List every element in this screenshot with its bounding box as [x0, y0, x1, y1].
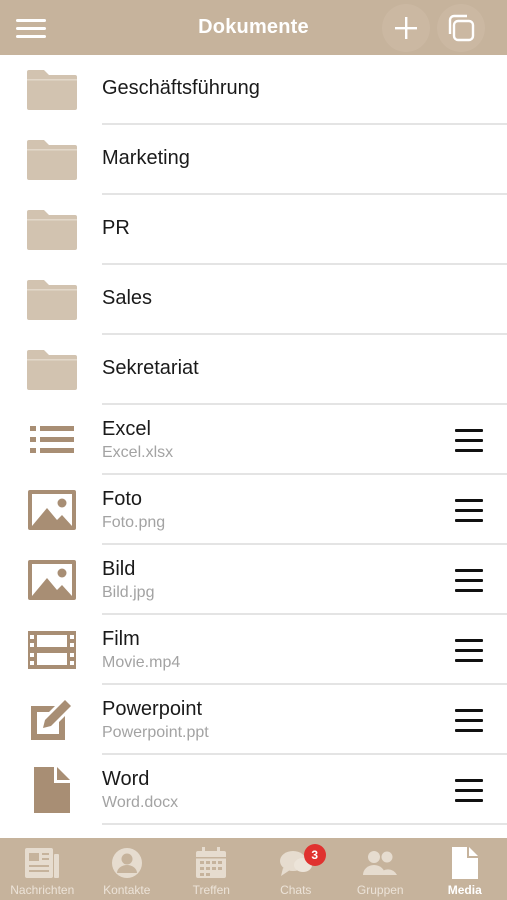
folder-name: Sekretariat — [102, 357, 199, 379]
file-filename: Foto.png — [102, 514, 166, 531]
tab-nachrichten[interactable]: Nachrichten — [0, 838, 85, 900]
file-name: Foto — [102, 488, 143, 510]
folder-row[interactable]: PR — [0, 195, 507, 265]
list-icon — [25, 405, 79, 475]
file-options-button[interactable] — [448, 707, 488, 735]
file-row[interactable]: Bild Bild.jpg — [0, 545, 507, 615]
tab-label: Nachrichten — [10, 883, 75, 897]
file-row[interactable]: Powerpoint Powerpoint.ppt — [0, 685, 507, 755]
document-icon — [447, 846, 483, 880]
unread-badge: 3 — [303, 844, 326, 866]
file-options-button[interactable] — [448, 567, 488, 595]
tab-label: Kontakte — [103, 883, 151, 897]
film-icon — [25, 615, 79, 685]
newspaper-icon — [24, 846, 60, 880]
folder-icon — [25, 335, 79, 405]
folder-row[interactable]: Sales — [0, 265, 507, 335]
hamburger-icon-mid — [16, 27, 46, 30]
file-row[interactable]: Excel Excel.xlsx — [0, 405, 507, 475]
tab-label: Treffen — [192, 883, 230, 897]
tab-gruppen[interactable]: Gruppen — [338, 838, 423, 900]
file-name: Word — [102, 768, 150, 790]
bottom-tab-bar: Nachrichten Kontakte Treffen 3 Chats Gru… — [0, 838, 507, 900]
divider — [102, 823, 507, 825]
file-options-button[interactable] — [448, 427, 488, 455]
plus-icon — [395, 17, 417, 39]
file-filename: Excel.xlsx — [102, 444, 174, 461]
image-icon — [25, 475, 79, 545]
file-name: Bild — [102, 558, 136, 580]
file-row[interactable]: Foto Foto.png — [0, 475, 507, 545]
tab-label: Chats — [280, 883, 312, 897]
calendar-icon — [193, 846, 229, 880]
tab-treffen[interactable]: Treffen — [169, 838, 254, 900]
folder-row[interactable]: Sekretariat — [0, 335, 507, 405]
file-filename: Powerpoint.ppt — [102, 724, 209, 741]
tab-chats[interactable]: 3 Chats — [254, 838, 339, 900]
edit-icon — [25, 685, 79, 755]
file-options-button[interactable] — [448, 497, 488, 525]
group-icon — [362, 846, 398, 880]
tab-label: Media — [447, 883, 482, 897]
tab-label: Gruppen — [356, 883, 404, 897]
folder-icon — [25, 55, 79, 125]
file-row[interactable]: Word Word.docx — [0, 755, 507, 825]
add-button[interactable] — [382, 4, 430, 52]
folder-row[interactable]: Marketing — [0, 125, 507, 195]
image-icon — [25, 545, 79, 615]
person-icon — [109, 846, 145, 880]
tab-kontakte[interactable]: Kontakte — [85, 838, 170, 900]
folder-row[interactable]: Geschäftsführung — [0, 55, 507, 125]
folder-icon — [25, 195, 79, 265]
copy-button[interactable] — [437, 4, 485, 52]
file-name: Excel — [102, 418, 151, 440]
app-header: Dokumente — [0, 0, 507, 55]
copy-icon — [448, 14, 475, 42]
folder-name: Geschäftsführung — [102, 77, 260, 99]
document-icon — [25, 755, 79, 825]
page-title: Dokumente — [198, 16, 309, 38]
file-row[interactable]: Film Movie.mp4 — [0, 615, 507, 685]
menu-button[interactable] — [14, 15, 48, 41]
hamburger-icon-bottom — [16, 35, 46, 38]
file-options-button[interactable] — [448, 637, 488, 665]
folder-icon — [25, 125, 79, 195]
file-name: Powerpoint — [102, 698, 203, 720]
file-filename: Movie.mp4 — [102, 654, 181, 671]
document-list: Geschäftsführung Marketing PR Sales Sekr… — [0, 55, 507, 825]
folder-name: Marketing — [102, 147, 190, 169]
folder-name: PR — [102, 217, 130, 239]
file-name: Film — [102, 628, 140, 650]
file-filename: Word.docx — [102, 794, 179, 811]
folder-icon — [25, 265, 79, 335]
folder-name: Sales — [102, 287, 153, 309]
hamburger-icon — [16, 19, 46, 22]
file-options-button[interactable] — [448, 777, 488, 805]
file-filename: Bild.jpg — [102, 584, 155, 601]
tab-media[interactable]: Media — [423, 838, 507, 900]
